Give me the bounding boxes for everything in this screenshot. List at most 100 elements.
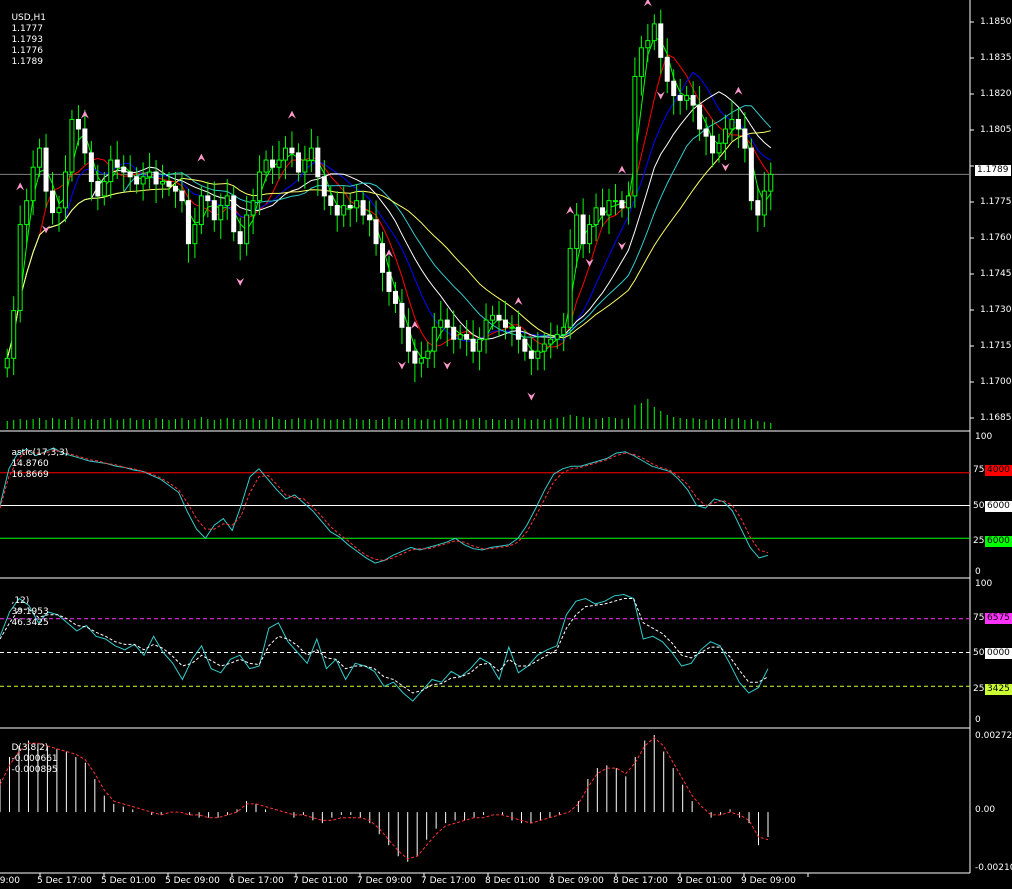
candle-body (515, 326, 521, 340)
candle-body (418, 357, 424, 364)
candle-body (244, 214, 250, 245)
candle-body (224, 195, 230, 206)
candle-body (632, 75, 638, 197)
candle-body (82, 128, 88, 154)
candle-body (710, 135, 716, 154)
candle-body (302, 159, 308, 173)
time-tick: 7 Dec 01:00 (293, 876, 348, 886)
rsi-level-75-tag: 6575 (985, 613, 1012, 624)
candle-body (4, 357, 10, 369)
fractal-up-arrow (643, 0, 652, 7)
fractal-up-arrow (734, 86, 743, 95)
candle-body (334, 204, 340, 216)
candle-body (373, 219, 379, 245)
price-tick: 1.1805 (980, 125, 1012, 135)
candle-body (638, 47, 644, 77)
candle-body (50, 190, 56, 214)
candle-body (528, 350, 534, 359)
stoch-name: astic(17,3,3) (11, 448, 69, 458)
main-open: 1.1777 (11, 24, 43, 34)
candle-body (697, 104, 703, 130)
osma-name: D(3,8,2) (11, 743, 49, 753)
price-tick: 1.1700 (980, 377, 1012, 387)
osma-tick: 0.00272 (975, 731, 1012, 741)
candle-body (160, 181, 166, 185)
candle-body (483, 319, 489, 340)
candle-body (457, 333, 463, 340)
time-tick: 7 Dec 09:00 (357, 876, 412, 886)
candle-body (263, 159, 269, 173)
ma-red-line (6, 53, 772, 359)
candle-body (703, 128, 709, 137)
candle-body (606, 200, 612, 216)
fractal-down-arrow (397, 361, 406, 370)
candle-body (742, 128, 748, 149)
time-tick: 8 Dec 01:00 (485, 876, 540, 886)
main-header: USD,H1 1.1777 1.1793 1.1776 1.1789 (0, 2, 46, 79)
candle-body (147, 171, 153, 178)
candle-body (179, 190, 185, 202)
candle-body (295, 152, 301, 173)
rsi-name: ,12) (11, 596, 30, 606)
candle-body (218, 204, 224, 221)
rsi-level-50-tag: 0000 (985, 648, 1012, 659)
rsi-level-25-tag: 3425 (985, 684, 1012, 695)
candle-body (101, 181, 107, 197)
candle-body (127, 171, 133, 178)
candle-body (625, 195, 631, 209)
candle-body (185, 200, 191, 245)
ma-blue-line (6, 71, 772, 359)
candle-body (95, 181, 101, 197)
time-tick: 8 Dec 09:00 (549, 876, 604, 886)
candle-body (75, 118, 81, 130)
candle-body (88, 152, 94, 183)
candle-body (548, 338, 554, 345)
stoch-tick: 0 (975, 567, 981, 577)
candle-body (619, 200, 625, 209)
main-high: 1.1793 (11, 35, 43, 45)
candle-body (30, 166, 36, 202)
main-close: 1.1789 (11, 57, 43, 67)
candle-body (658, 23, 664, 58)
candle-body (645, 40, 651, 49)
candle-body (121, 166, 127, 173)
candle-body (722, 128, 728, 144)
candle-body (211, 200, 217, 221)
fractal-down-arrow (443, 361, 452, 370)
candle-body (289, 147, 295, 154)
candle-body (43, 147, 49, 192)
time-tick: 7 Dec 17:00 (421, 876, 476, 886)
candle-body (768, 173, 774, 192)
stoch-level-75-tag: 4000 (985, 465, 1012, 476)
candle-body (386, 271, 392, 292)
candle-body (198, 195, 204, 226)
candle-body (166, 181, 172, 187)
chart-stage: USD,H1 1.1777 1.1793 1.1776 1.1789 astic… (0, 0, 1012, 886)
candle-body (651, 23, 657, 42)
fractal-up-arrow (197, 153, 206, 162)
time-tick: 09:00 (0, 876, 20, 886)
price-tick: 1.1715 (980, 341, 1012, 351)
candle-body (522, 338, 528, 352)
candle-body (257, 171, 263, 202)
rsi-tick: 0 (975, 715, 981, 725)
fractal-down-arrow (617, 242, 626, 251)
rsi-value: 39.1953 (11, 607, 49, 617)
osma-header: D(3,8,2) -0.000661 -0.000895 (0, 732, 58, 787)
candle-body (729, 118, 735, 130)
price-tick: 1.1760 (980, 233, 1012, 243)
osma-value: -0.000661 (11, 754, 58, 764)
rsi-series-line (0, 593, 769, 702)
stoch-main-value: 14.8760 (11, 459, 49, 469)
candle-body (270, 159, 276, 168)
candle-body (425, 350, 431, 359)
candle-body (172, 185, 178, 192)
stoch-tick: 100 (975, 432, 993, 442)
time-tick: 5 Dec 09:00 (165, 876, 220, 886)
osma-tick: -0.00210 (975, 863, 1012, 873)
candle-body (748, 147, 754, 202)
time-tick: 5 Dec 01:00 (101, 876, 156, 886)
candle-body (205, 195, 211, 202)
stoch-signal-value: 16.8669 (11, 470, 49, 480)
rsi-level-25-label: 25 (973, 684, 985, 694)
